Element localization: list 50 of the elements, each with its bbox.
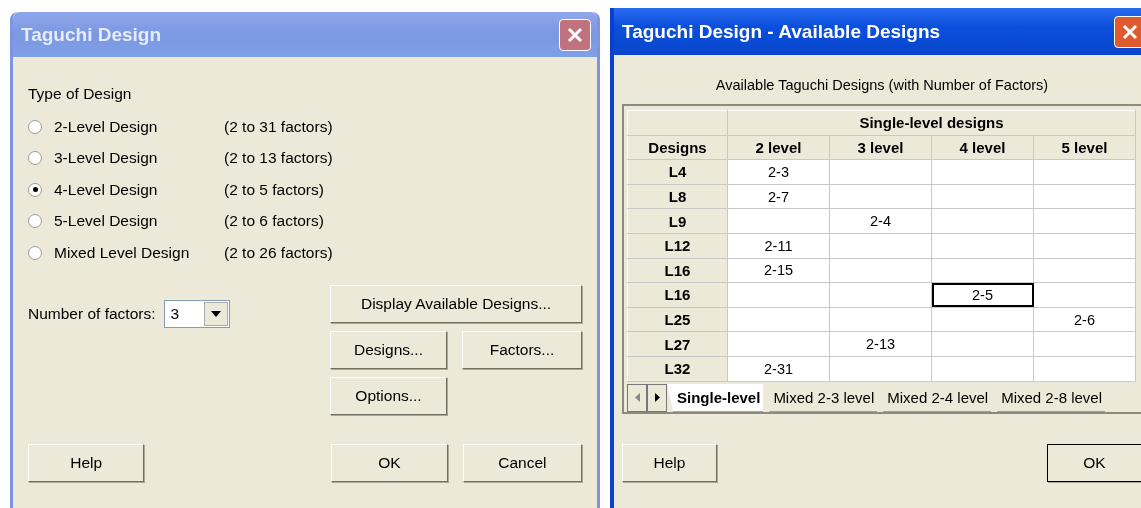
radio-label: 5-Level Design	[54, 212, 159, 231]
factor-range: (2 to 13 factors)	[224, 149, 333, 168]
table-cell[interactable]: 2-31	[727, 356, 830, 382]
factor-range: (2 to 31 factors)	[224, 117, 333, 136]
table-cell[interactable]: 2-15	[727, 258, 830, 283]
row-header: L4	[627, 159, 728, 185]
factor-range: (2 to 6 factors)	[224, 212, 324, 231]
help-button[interactable]: Help	[28, 443, 145, 482]
factor-range: (2 to 5 factors)	[224, 180, 324, 199]
row-header: L16	[627, 282, 728, 308]
radio-label: 3-Level Design	[54, 149, 159, 168]
factor-range: (2 to 26 factors)	[224, 243, 333, 262]
radio-label: 2-Level Design	[54, 117, 159, 136]
column-header: 4 level	[931, 135, 1034, 160]
field-label: Number of factors:	[28, 304, 156, 323]
table-cell[interactable]: 2-6	[1033, 307, 1136, 332]
row-header: L27	[627, 331, 728, 357]
ok-button[interactable]: OK	[1047, 443, 1141, 482]
row-header: L8	[627, 184, 728, 209]
window-title: Taguchi Design - Available Designs	[622, 20, 941, 43]
column-header: 3 level	[829, 135, 932, 160]
table-cell[interactable]: 2-7	[727, 184, 830, 209]
row-header: L12	[627, 233, 728, 259]
row-header: L25	[627, 307, 728, 332]
radio-label: 4-Level Design	[54, 180, 159, 199]
row-header: L16	[627, 258, 728, 283]
radio-label: Mixed Level Design	[54, 243, 191, 262]
table-cell[interactable]: 2-13	[829, 331, 932, 357]
row-header: L9	[627, 208, 728, 234]
table-caption: Available Taguchi Designs (with Number of Factors)	[714, 77, 1050, 93]
cancel-button[interactable]: Cancel	[462, 443, 582, 482]
window-title: Taguchi Design	[21, 23, 162, 46]
sheet-tab[interactable]: Single-level	[667, 383, 764, 412]
table-cell[interactable]: 2-4	[829, 208, 932, 234]
column-header: 2 level	[727, 135, 830, 160]
factors-button[interactable]: Factors...	[462, 330, 582, 369]
factors-dropdown[interactable]: 3	[163, 299, 230, 328]
row-header: L32	[627, 356, 728, 382]
column-header: Designs	[627, 135, 728, 160]
column-group-header: Single-level designs	[727, 110, 1136, 136]
ok-button[interactable]: OK	[331, 443, 448, 482]
help-button[interactable]: Help	[622, 443, 717, 482]
table-cell[interactable]: 2-5	[931, 282, 1034, 308]
options-button[interactable]: Options...	[330, 376, 447, 415]
table-cell[interactable]: 2-3	[727, 159, 830, 185]
table-cell[interactable]: 2-11	[727, 233, 830, 259]
designs-button[interactable]: Designs...	[330, 330, 447, 369]
column-header: 5 level	[1033, 135, 1136, 160]
display-designs-button[interactable]: Display Available Designs...	[330, 284, 582, 323]
group-label: Type of Design	[28, 85, 133, 103]
